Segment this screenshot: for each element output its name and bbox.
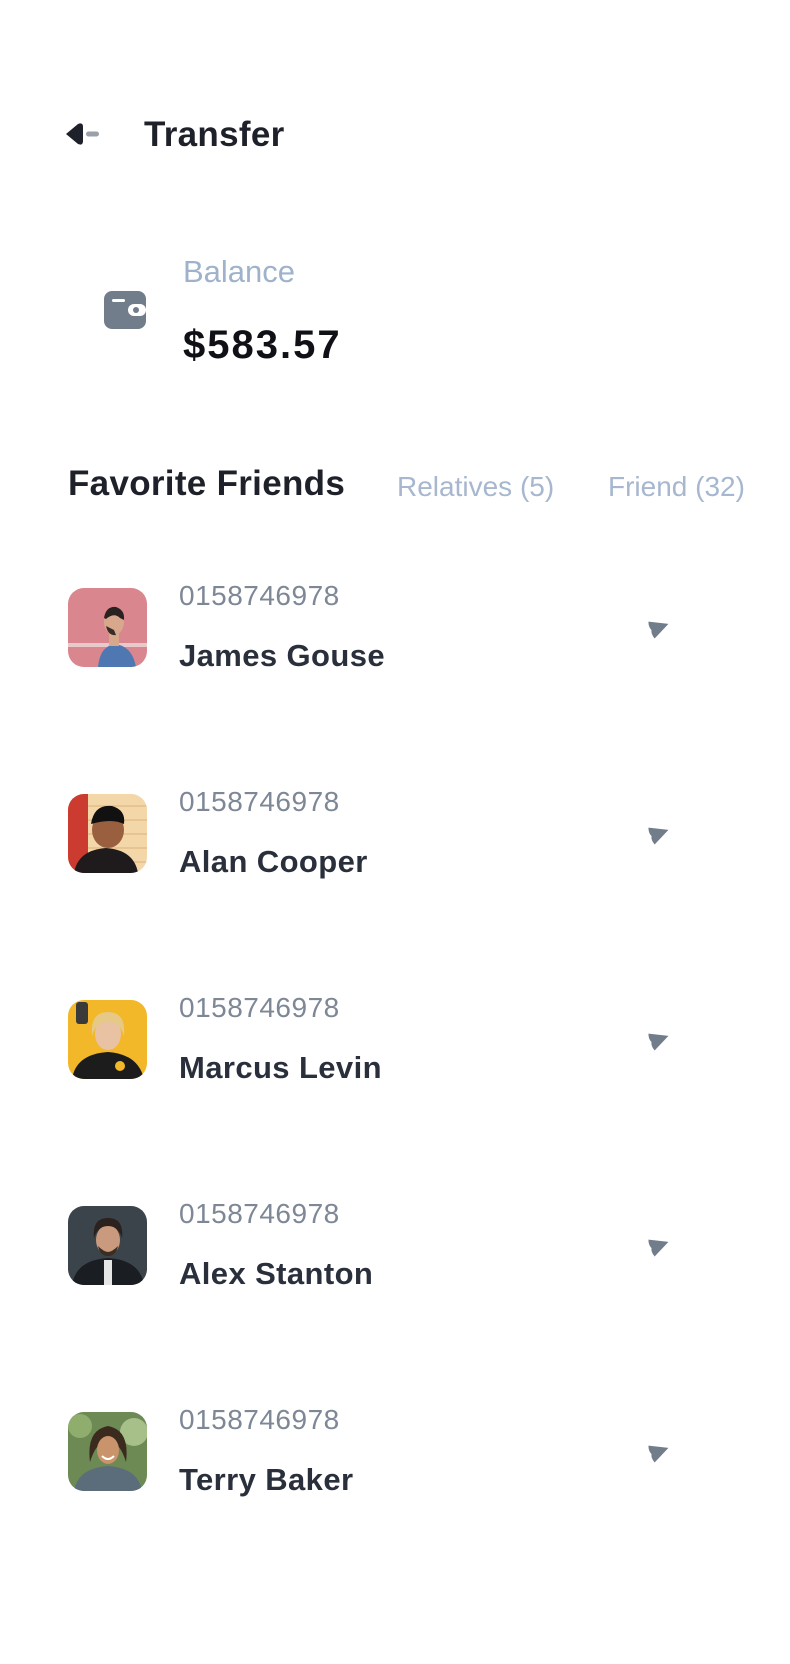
friend-name: Marcus Levin bbox=[179, 1050, 382, 1085]
send-icon[interactable] bbox=[648, 614, 672, 640]
friend-phone: 0158746978 bbox=[179, 992, 340, 1023]
tab-favorite-friends[interactable]: Favorite Friends bbox=[68, 460, 345, 508]
friend-phone: 0158746978 bbox=[179, 786, 340, 817]
send-icon[interactable] bbox=[648, 1026, 672, 1052]
friend-name: Alex Stanton bbox=[179, 1256, 374, 1291]
back-button[interactable] bbox=[62, 117, 108, 151]
friend-tabs: Favorite Friends Relatives (5) Friend (3… bbox=[0, 460, 790, 520]
friend-item[interactable]: 0158746978 Marcus Levin bbox=[0, 980, 790, 1186]
avatar bbox=[68, 1000, 147, 1079]
avatar bbox=[68, 1412, 147, 1491]
send-icon[interactable] bbox=[648, 1438, 672, 1464]
friends-list: 0158746978 James Gouse 0158746978 Alan C… bbox=[0, 568, 790, 1598]
send-icon[interactable] bbox=[648, 1232, 672, 1258]
avatar bbox=[68, 794, 147, 873]
header: Transfer bbox=[0, 0, 790, 260]
avatar bbox=[68, 1206, 147, 1285]
friend-phone: 0158746978 bbox=[179, 1198, 340, 1229]
friend-name: James Gouse bbox=[179, 638, 386, 673]
friend-item[interactable]: 0158746978 James Gouse bbox=[0, 568, 790, 774]
tab-friend[interactable]: Friend (32) bbox=[608, 463, 745, 511]
avatar bbox=[68, 588, 147, 667]
friend-phone: 0158746978 bbox=[179, 1404, 340, 1435]
friend-phone: 0158746978 bbox=[179, 580, 340, 611]
friend-item[interactable]: 0158746978 Alex Stanton bbox=[0, 1186, 790, 1392]
arrow-left-icon bbox=[66, 123, 99, 145]
friend-name: Alan Cooper bbox=[179, 844, 368, 879]
page-title: Transfer bbox=[144, 115, 285, 154]
wallet-icon bbox=[104, 291, 146, 329]
tab-relatives[interactable]: Relatives (5) bbox=[397, 463, 554, 511]
friend-item[interactable]: 0158746978 Terry Baker bbox=[0, 1392, 790, 1598]
balance-label: Balance bbox=[183, 254, 296, 289]
friend-item[interactable]: 0158746978 Alan Cooper bbox=[0, 774, 790, 980]
send-icon[interactable] bbox=[648, 820, 672, 846]
friend-name: Terry Baker bbox=[179, 1462, 354, 1497]
balance-amount: $583.57 bbox=[183, 323, 342, 367]
